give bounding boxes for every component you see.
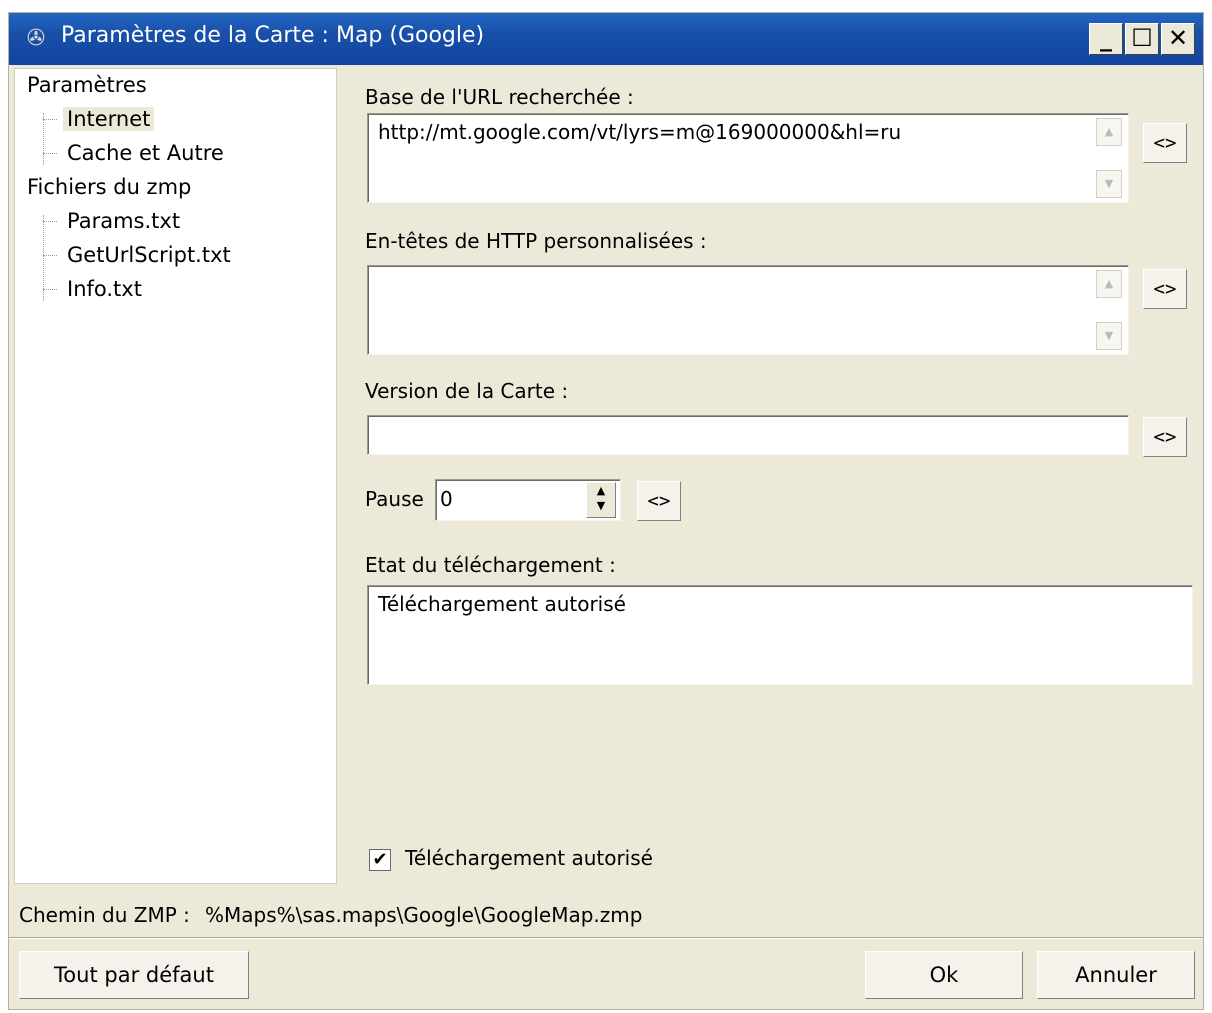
- headers-reset-button[interactable]: <>: [1143, 269, 1187, 309]
- headers-label: En-têtes de HTTP personnalisées :: [365, 229, 707, 253]
- url-field[interactable]: http://mt.google.com/vt/lyrs=m@169000000…: [367, 113, 1129, 203]
- footer-divider: [9, 937, 1203, 939]
- scroll-up-icon[interactable]: ▲: [1096, 270, 1122, 298]
- url-value: http://mt.google.com/vt/lyrs=m@169000000…: [378, 120, 902, 144]
- settings-tree[interactable]: Paramètres Internet Cache et Autre Fichi…: [14, 68, 337, 884]
- pause-value: 0: [440, 487, 453, 511]
- tree-item-geturlscript[interactable]: GetUrlScript.txt: [67, 241, 231, 269]
- close-button[interactable]: ✕: [1161, 23, 1195, 55]
- minimize-button[interactable]: _: [1089, 23, 1123, 55]
- tree-item-cache[interactable]: Cache et Autre: [67, 139, 224, 167]
- title-bar[interactable]: ✇ Paramètres de la Carte : Map (Google) …: [9, 13, 1203, 65]
- maximize-button[interactable]: ☐: [1125, 23, 1159, 55]
- version-reset-button[interactable]: <>: [1143, 417, 1187, 457]
- window-title: Paramètres de la Carte : Map (Google): [61, 23, 485, 48]
- url-reset-button[interactable]: <>: [1143, 123, 1187, 163]
- tree-item-fichiers[interactable]: Fichiers du zmp: [27, 173, 191, 201]
- url-label: Base de l'URL recherchée :: [365, 85, 634, 109]
- tree-item-info[interactable]: Info.txt: [67, 275, 142, 303]
- download-checkbox[interactable]: ✔: [369, 849, 391, 871]
- spin-arrows-icon[interactable]: ▲ ▼: [586, 482, 616, 518]
- defaults-button[interactable]: Tout par défaut: [19, 951, 249, 999]
- version-field[interactable]: [367, 415, 1129, 455]
- zmp-path-value: %Maps%\sas.maps\Google\GoogleMap.zmp: [205, 903, 643, 927]
- scroll-up-icon[interactable]: ▲: [1096, 118, 1122, 146]
- state-value: Téléchargement autorisé: [378, 592, 626, 616]
- state-label: Etat du téléchargement :: [365, 553, 616, 577]
- pause-spinner[interactable]: 0 ▲ ▼: [435, 479, 621, 521]
- app-icon: ✇: [26, 26, 46, 51]
- ok-button[interactable]: Ok: [865, 951, 1023, 999]
- tree-item-params[interactable]: Params.txt: [67, 207, 180, 235]
- checkbox-label[interactable]: Téléchargement autorisé: [405, 846, 653, 870]
- state-field[interactable]: Téléchargement autorisé: [367, 585, 1193, 685]
- zmp-path-label: Chemin du ZMP :: [19, 903, 190, 927]
- pause-reset-button[interactable]: <>: [637, 481, 681, 521]
- settings-window: ✇ Paramètres de la Carte : Map (Google) …: [8, 12, 1204, 1010]
- pause-label: Pause: [365, 487, 424, 511]
- scroll-down-icon[interactable]: ▼: [1096, 170, 1122, 198]
- tree-item-internet[interactable]: Internet: [63, 105, 155, 133]
- tree-item-parametres[interactable]: Paramètres: [27, 71, 147, 99]
- version-label: Version de la Carte :: [365, 379, 569, 403]
- cancel-button[interactable]: Annuler: [1037, 951, 1195, 999]
- scroll-down-icon[interactable]: ▼: [1096, 322, 1122, 350]
- headers-field[interactable]: ▲ ▼: [367, 265, 1129, 355]
- tree-item-label: Internet: [63, 107, 155, 131]
